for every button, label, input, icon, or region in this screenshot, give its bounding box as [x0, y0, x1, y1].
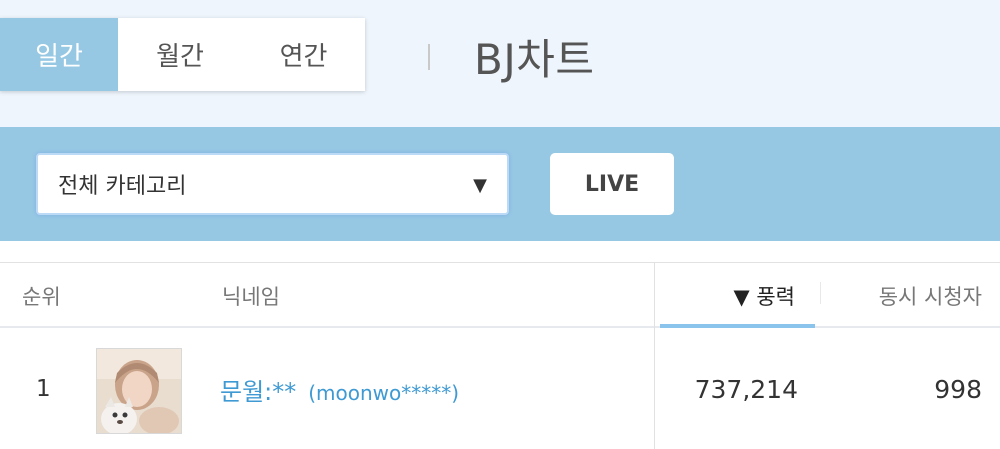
header-rank: 순위	[22, 285, 61, 309]
category-select[interactable]: 전체 카테고리 ▼	[36, 153, 509, 215]
power-value: 737,214	[694, 375, 798, 404]
table-header: 순위 닉네임 ▼ 풍력 동시 시청자	[0, 262, 1000, 328]
live-button[interactable]: LIVE	[550, 153, 674, 215]
filter-bar: 전체 카테고리 ▼ LIVE	[0, 127, 1000, 241]
header-viewers[interactable]: 동시 시청자	[879, 281, 982, 311]
rank-cell: 1	[36, 376, 51, 402]
avatar-image	[97, 349, 181, 433]
period-tabs: 일간 월간 연간	[0, 18, 365, 91]
tab-monthly[interactable]: 월간	[118, 18, 242, 91]
page-title: BJ차트	[474, 35, 595, 84]
nickname-link[interactable]: 문월:** (moonwo*****)	[220, 372, 459, 407]
table-row: 1 문월:** (moonwo*****) 737,214 998	[0, 330, 1000, 449]
tab-daily[interactable]: 일간	[0, 18, 118, 91]
avatar[interactable]	[96, 348, 182, 434]
header-nickname: 닉네임	[222, 285, 280, 309]
header-separator	[820, 282, 821, 304]
tab-yearly[interactable]: 연간	[242, 18, 365, 91]
sort-active-indicator	[660, 324, 815, 328]
title-divider	[428, 44, 430, 70]
header-power-sort[interactable]: ▼ 풍력	[734, 281, 795, 311]
viewers-value: 998	[934, 375, 982, 404]
dropdown-arrow-icon: ▼	[473, 175, 487, 196]
user-id-text: (moonwo*****)	[308, 381, 460, 405]
nickname-text: 문월:**	[220, 378, 297, 406]
category-select-value: 전체 카테고리	[58, 174, 187, 199]
power-column-divider	[654, 262, 655, 449]
